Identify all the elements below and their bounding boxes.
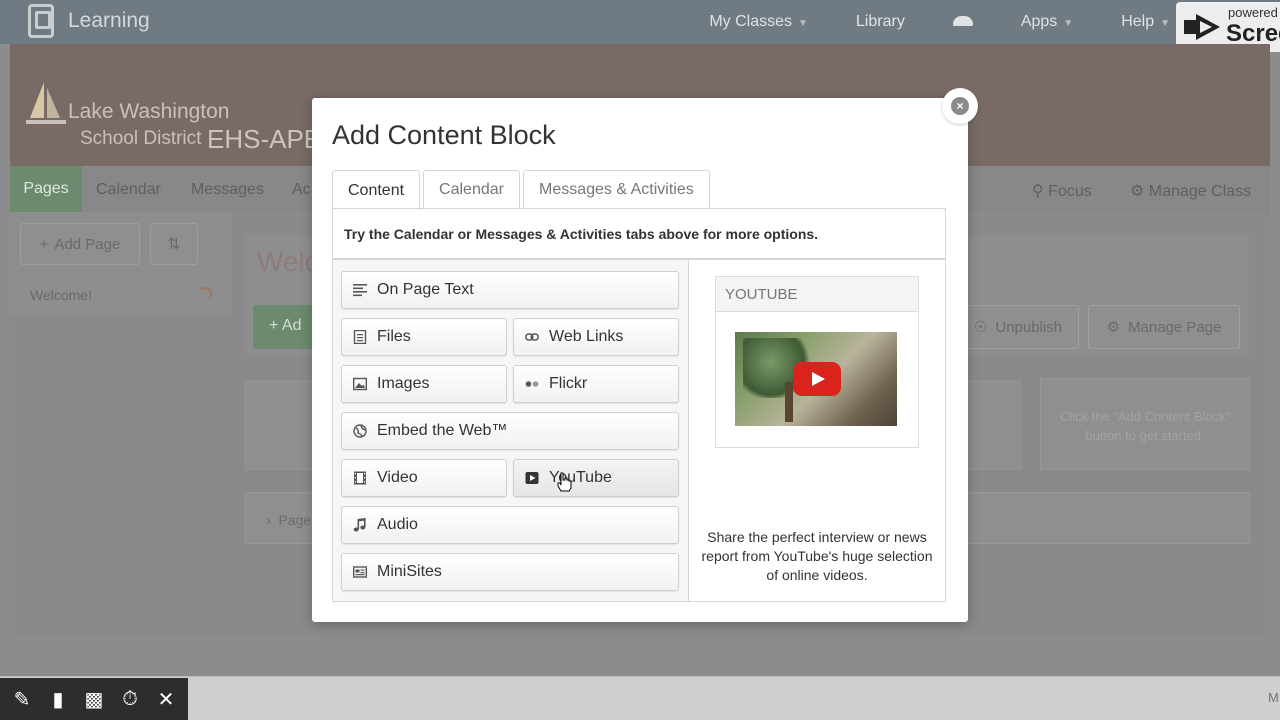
add-page-button[interactable]: + Add Page bbox=[20, 223, 140, 265]
hand-cursor-icon bbox=[557, 472, 572, 492]
nav-apps[interactable]: Apps ▼ bbox=[1021, 13, 1073, 31]
page-title: Welc bbox=[257, 246, 319, 277]
plus-icon: + bbox=[39, 235, 49, 253]
youtube-thumbnail bbox=[735, 332, 897, 426]
youtube-button[interactable]: YouTube bbox=[513, 459, 679, 497]
text-lines-icon bbox=[353, 283, 367, 297]
on-page-text-button[interactable]: On Page Text bbox=[341, 271, 679, 309]
gear-icon: ⚙ bbox=[1130, 183, 1145, 200]
cloud-icon bbox=[952, 16, 973, 26]
images-button[interactable]: Images bbox=[341, 365, 507, 403]
tip-text: Try the Calendar or Messages & Activitie… bbox=[333, 209, 945, 260]
bottom-bar bbox=[0, 676, 1280, 720]
powerschool-logo-icon bbox=[28, 4, 54, 38]
plus-icon: + bbox=[269, 317, 279, 334]
files-button[interactable]: Files bbox=[341, 318, 507, 356]
unpublish-button[interactable]: ☉ Unpublish bbox=[957, 305, 1079, 349]
corner-label: M bbox=[1268, 690, 1279, 705]
timer-icon[interactable]: ⏱ bbox=[115, 688, 145, 711]
nav-library[interactable]: Library bbox=[856, 13, 905, 31]
youtube-play-icon bbox=[793, 362, 841, 396]
tab-messages-activities[interactable]: Messages & Activities bbox=[522, 170, 710, 208]
top-nav: My Classes ▼ Library Apps ▼ Help ▼ bbox=[709, 0, 1170, 44]
pencil-icon[interactable]: ✎ bbox=[7, 687, 37, 712]
tab-content-panel: Try the Calendar or Messages & Activitie… bbox=[332, 208, 946, 602]
preview-description: Share the perfect interview or news repo… bbox=[701, 529, 933, 583]
top-navigation-bar: Learning My Classes ▼ Library Apps ▼ Help ▼… bbox=[0, 0, 1280, 52]
manage-page-button[interactable]: ⚙ Manage Page bbox=[1088, 305, 1240, 349]
brand-label: Learning bbox=[68, 9, 150, 32]
recording-toolbar: ✎ ▮ ▩ ⏱ ✕ bbox=[0, 678, 188, 720]
modal-tabs: Content Calendar Messages & Activities bbox=[332, 170, 710, 210]
audio-button[interactable]: Audio bbox=[341, 506, 679, 544]
chevron-right-icon: › bbox=[266, 512, 271, 528]
sidebar-item-welcome[interactable]: Welcome! bbox=[30, 287, 92, 303]
tab-activities[interactable]: Ac bbox=[292, 181, 311, 199]
nav-my-classes[interactable]: My Classes ▼ bbox=[709, 13, 808, 31]
close-modal-button[interactable]: × bbox=[942, 88, 978, 124]
eraser-icon[interactable]: ▮ bbox=[43, 687, 73, 712]
preview-heading: YOUTUBE bbox=[716, 277, 918, 312]
music-note-icon bbox=[353, 518, 367, 532]
globe-icon bbox=[353, 424, 367, 438]
empty-hint: Click the "Add Content Block" button to … bbox=[1040, 378, 1250, 470]
film-icon bbox=[353, 471, 367, 485]
chevron-down-icon: ▼ bbox=[798, 18, 808, 29]
sort-pages-button[interactable]: ⇅ bbox=[150, 223, 198, 265]
tab-calendar[interactable]: Calendar bbox=[96, 181, 161, 199]
tab-calendar[interactable]: Calendar bbox=[423, 170, 520, 208]
brand[interactable]: Learning bbox=[28, 4, 150, 38]
screencast-play-icon bbox=[1184, 14, 1220, 40]
nav-help[interactable]: Help ▼ bbox=[1121, 13, 1170, 31]
broadcast-icon: ☉ bbox=[973, 319, 988, 336]
manage-class-link[interactable]: ⚙ Manage Class bbox=[1130, 181, 1251, 201]
search-icon: ⚲ bbox=[1032, 183, 1044, 200]
flickr-button[interactable]: Flickr bbox=[513, 365, 679, 403]
youtube-play-icon bbox=[525, 471, 539, 485]
link-icon bbox=[525, 330, 539, 344]
chevron-down-icon: ▼ bbox=[1160, 18, 1170, 29]
sort-icon: ⇅ bbox=[167, 236, 181, 253]
focus-link[interactable]: ⚲ Focus bbox=[1032, 181, 1092, 201]
video-button[interactable]: Video bbox=[341, 459, 507, 497]
tab-pages[interactable]: Pages bbox=[10, 166, 82, 212]
minisites-button[interactable]: MiniSites bbox=[341, 553, 679, 591]
class-title: EHS-APE bbox=[207, 124, 322, 154]
embed-the-web-button[interactable]: Embed the Web™ bbox=[341, 412, 679, 450]
sailboat-icon bbox=[26, 82, 66, 124]
add-content-block-modal: Add Content Block Content Calendar Messa… bbox=[312, 98, 968, 622]
tab-messages[interactable]: Messages bbox=[191, 181, 264, 199]
block-preview-pane: YOUTUBE Share the perfect interview or n… bbox=[689, 260, 945, 601]
block-type-list: On Page Text Files Web Links Images Flic… bbox=[333, 260, 689, 601]
web-links-button[interactable]: Web Links bbox=[513, 318, 679, 356]
modal-title: Add Content Block bbox=[332, 120, 556, 150]
chevron-down-icon: ▼ bbox=[1063, 18, 1074, 29]
tab-content[interactable]: Content bbox=[332, 170, 421, 210]
minisite-icon bbox=[353, 565, 367, 579]
file-icon bbox=[353, 330, 367, 344]
rss-icon bbox=[198, 287, 212, 301]
nav-cloud[interactable] bbox=[952, 13, 973, 31]
camera-icon[interactable]: ▩ bbox=[79, 687, 109, 712]
add-content-block-button[interactable]: + Ad bbox=[253, 305, 315, 349]
close-icon: × bbox=[951, 97, 969, 115]
close-icon[interactable]: ✕ bbox=[151, 687, 181, 712]
flickr-icon bbox=[525, 377, 539, 391]
image-icon bbox=[353, 377, 367, 391]
gear-icon: ⚙ bbox=[1106, 319, 1121, 336]
